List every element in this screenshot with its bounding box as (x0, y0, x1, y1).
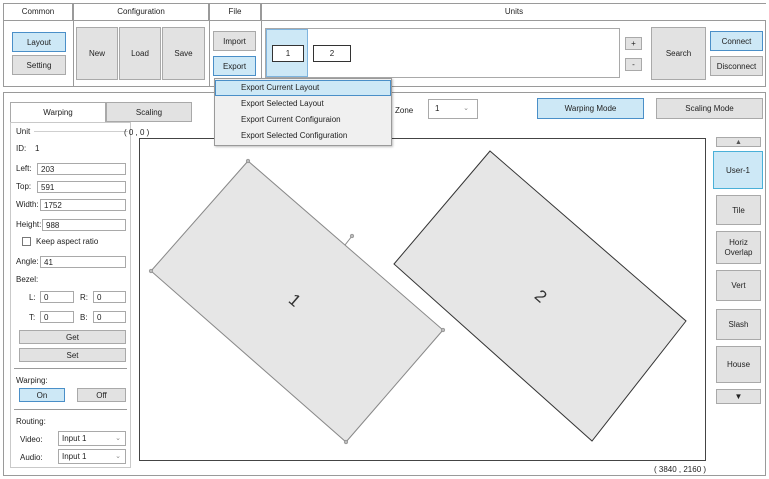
menu-item-export-selected-configuration[interactable]: Export Selected Configuration (215, 128, 391, 144)
preset-slash[interactable]: Slash (716, 309, 761, 340)
corner-handle[interactable] (148, 268, 154, 274)
layout-displays: 1 2 (148, 150, 687, 445)
preset-house[interactable]: House (716, 346, 761, 383)
menu-item-export-current-layout[interactable]: Export Current Layout (215, 80, 391, 96)
menu-item-export-current-configuration[interactable]: Export Current Configuraion (215, 112, 391, 128)
presets-scroll-down-button[interactable]: ▼ (716, 389, 761, 404)
presets-scroll-up-button[interactable]: ▲ (716, 137, 761, 147)
corner-handle[interactable] (245, 158, 251, 164)
preset-tile[interactable]: Tile (716, 195, 761, 225)
preset-horiz-overlap[interactable]: Horiz Overlap (716, 231, 761, 264)
preset-vert[interactable]: Vert (716, 270, 761, 301)
rotate-handle[interactable] (349, 233, 355, 239)
export-menu: Export Current Layout Export Selected La… (214, 78, 392, 146)
corner-handle[interactable] (343, 439, 349, 445)
menu-item-export-selected-layout[interactable]: Export Selected Layout (215, 96, 391, 112)
preset-user-1[interactable]: User-1 (713, 151, 763, 189)
corner-handle[interactable] (440, 327, 446, 333)
canvas-extent-label: ( 3840 , 2160 ) (654, 465, 707, 474)
